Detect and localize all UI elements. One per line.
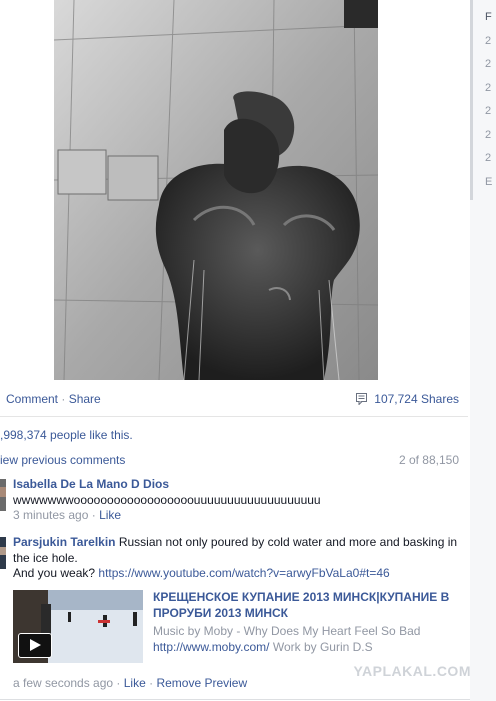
video-thumbnail[interactable]	[13, 590, 143, 663]
previous-comments-row: iew previous comments 2 of 88,150	[0, 453, 459, 467]
comment-url-link[interactable]: https://www.youtube.com/watch?v=arwyFbVa…	[98, 566, 389, 580]
likes-summary[interactable]: ,998,374 people like this.	[0, 428, 133, 442]
shower-photo-image	[54, 0, 378, 380]
comment-author[interactable]: Parsjukin Tarelkin	[13, 535, 116, 549]
preview-text: КРЕЩЕНСКОЕ КУПАНИЕ 2013 МИНСК|КУПАНИЕ В …	[153, 590, 453, 655]
comment-text: wwwwwwwoooooooooooooooooouuuuuuuuuuuuuuu…	[13, 492, 321, 507]
link-preview[interactable]: КРЕЩЕНСКОЕ КУПАНИЕ 2013 МИНСК|КУПАНИЕ В …	[13, 590, 463, 665]
sidebar-item[interactable]: 2	[485, 53, 496, 77]
avatar-image	[0, 479, 6, 511]
view-previous-comments-link[interactable]: iew previous comments	[0, 453, 125, 467]
post-photo-area	[0, 0, 468, 380]
sidebar-item[interactable]: 2	[485, 147, 496, 171]
avatar[interactable]	[0, 479, 6, 511]
comment-time[interactable]: 3 minutes ago	[13, 508, 88, 522]
share-link[interactable]: Share	[69, 392, 101, 406]
sidebar-item[interactable]: 2	[485, 124, 496, 148]
sidebar-item[interactable]: E	[485, 171, 496, 195]
preview-work: Work by Gurin D.S	[272, 639, 373, 654]
action-links: Comment · Share	[6, 392, 101, 406]
sidebar-item[interactable]: F	[485, 6, 496, 30]
comment-body: Parsjukin Tarelkin Russian not only pour…	[13, 535, 460, 582]
share-count[interactable]: 107,724 Shares	[374, 392, 459, 406]
preview-description: Music by Moby - Why Does My Heart Feel S…	[153, 624, 453, 655]
avatar[interactable]	[0, 537, 6, 569]
separator: ·	[58, 392, 69, 406]
share-count-area[interactable]: 107,724 Shares	[356, 392, 459, 406]
comment-like-link[interactable]: Like	[99, 508, 121, 522]
share-count-icon	[356, 393, 368, 405]
shower-photo[interactable]	[54, 0, 378, 380]
sidebar-scroll-track[interactable]	[470, 0, 473, 200]
sidebar-list: F 2 2 2 2 2 2 E	[485, 6, 496, 194]
remove-preview-link[interactable]: Remove Preview	[156, 676, 247, 690]
preview-title[interactable]: КРЕЩЕНСКОЕ КУПАНИЕ 2013 МИНСК|КУПАНИЕ В …	[153, 590, 453, 621]
sidebar-item[interactable]: 2	[485, 30, 496, 54]
comment-link[interactable]: Comment	[6, 392, 58, 406]
comment-author[interactable]: Isabella De La Mano D Dios	[13, 477, 169, 491]
sidebar-item[interactable]: 2	[485, 77, 496, 101]
comment-meta: a few seconds ago · Like · Remove Previe…	[13, 676, 248, 690]
comment-text-line2: And you weak?	[13, 566, 96, 580]
divider	[0, 699, 470, 700]
comment-like-link[interactable]: Like	[124, 676, 146, 690]
play-icon[interactable]	[18, 633, 52, 658]
avatar-image	[0, 537, 6, 569]
right-sidebar: F 2 2 2 2 2 2 E	[470, 0, 496, 701]
preview-music: Music by Moby - Why Does My Heart Feel S…	[153, 624, 421, 638]
comments-count: 2 of 88,150	[398, 453, 459, 467]
post-action-bar: Comment · Share 107,724 Shares	[0, 382, 468, 417]
comment-time[interactable]: a few seconds ago	[13, 676, 113, 690]
sidebar-item[interactable]: 2	[485, 100, 496, 124]
comment-meta: 3 minutes ago · Like	[13, 508, 122, 522]
watermark-logo: YAPLAKAL.COM	[353, 663, 471, 679]
preview-url-link[interactable]: http://www.moby.com/	[153, 640, 269, 654]
comment-body: Isabella De La Mano D Dios wwwwwwwoooooo…	[13, 477, 460, 524]
